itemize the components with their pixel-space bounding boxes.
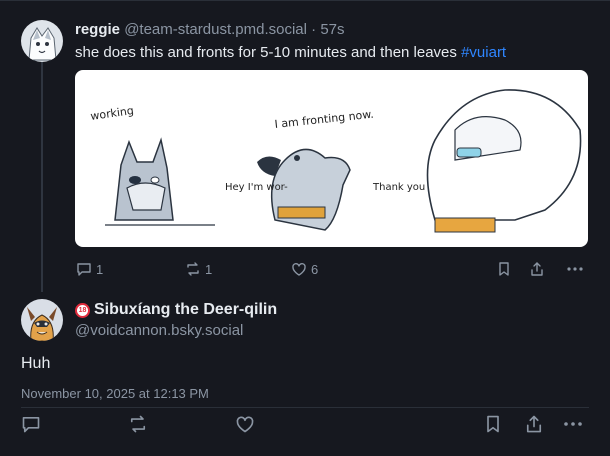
repost-icon <box>185 261 201 277</box>
heart-icon <box>291 261 307 277</box>
reply-count: 1 <box>96 261 104 277</box>
post1-display-name[interactable]: reggie <box>75 21 120 38</box>
divider <box>21 407 589 408</box>
age-18-badge-icon: 18 <box>75 302 90 318</box>
post2-handle[interactable]: @voidcannon.bsky.social <box>75 322 243 339</box>
post2-name-row: 18 Sibuxíang the Deer-qilin <box>75 301 277 319</box>
post1-age[interactable]: 57s <box>320 21 344 38</box>
post2-text: Huh <box>21 355 51 372</box>
more-icon <box>566 261 584 277</box>
post1-body: she does this and fronts for 5-10 minute… <box>75 44 457 61</box>
post2-display-name[interactable]: Sibuxíang the Deer-qilin <box>94 301 277 319</box>
post1-image[interactable]: working I am fronting now. Hey I'm wor- … <box>75 70 588 247</box>
image-label-1: working <box>90 104 135 123</box>
image-creature-right <box>426 89 582 233</box>
post2-timestamp[interactable]: November 10, 2025 at 12:13 PM <box>21 386 209 401</box>
image-wolf-left <box>105 137 215 226</box>
thread-connector-line <box>41 62 43 292</box>
like-count: 6 <box>311 261 319 277</box>
bookmark-icon <box>496 261 512 277</box>
more-icon <box>562 414 584 434</box>
post2-bookmark-button[interactable] <box>483 414 503 434</box>
image-label-3: Hey I'm wor- <box>225 182 288 193</box>
post2-more-button[interactable] <box>562 414 584 434</box>
heart-icon <box>235 414 255 434</box>
repost-icon <box>128 414 148 434</box>
reply-icon <box>21 414 41 434</box>
post1-hashtag[interactable]: #vuiart <box>461 44 506 61</box>
post2-share-button[interactable] <box>524 414 544 434</box>
post2-like-button[interactable] <box>235 414 255 434</box>
like-button[interactable]: 6 <box>291 261 318 277</box>
post1-handle[interactable]: @team-stardust.pmd.social <box>124 21 307 38</box>
bookmark-icon <box>483 414 503 434</box>
avatar-sibuxiang[interactable] <box>21 299 63 341</box>
avatar-reggie[interactable] <box>21 20 63 62</box>
post1-separator: · <box>311 21 317 38</box>
repost-button[interactable]: 1 <box>185 261 212 277</box>
share-icon <box>524 414 544 434</box>
reply-button[interactable]: 1 <box>76 261 103 277</box>
bookmark-button[interactable] <box>496 261 512 277</box>
more-button[interactable] <box>566 261 584 277</box>
image-label-2: I am fronting now. <box>274 108 374 131</box>
post1-text: she does this and fronts for 5-10 minute… <box>75 44 506 61</box>
share-icon <box>529 261 545 277</box>
reply-icon <box>76 261 92 277</box>
repost-count: 1 <box>205 261 213 277</box>
share-button[interactable] <box>529 261 545 277</box>
post2-reply-button[interactable] <box>21 414 41 434</box>
image-label-4: Thank you <box>372 182 425 193</box>
post1-header: reggie @team-stardust.pmd.social · 57s <box>75 21 345 38</box>
post2-repost-button[interactable] <box>128 414 148 434</box>
